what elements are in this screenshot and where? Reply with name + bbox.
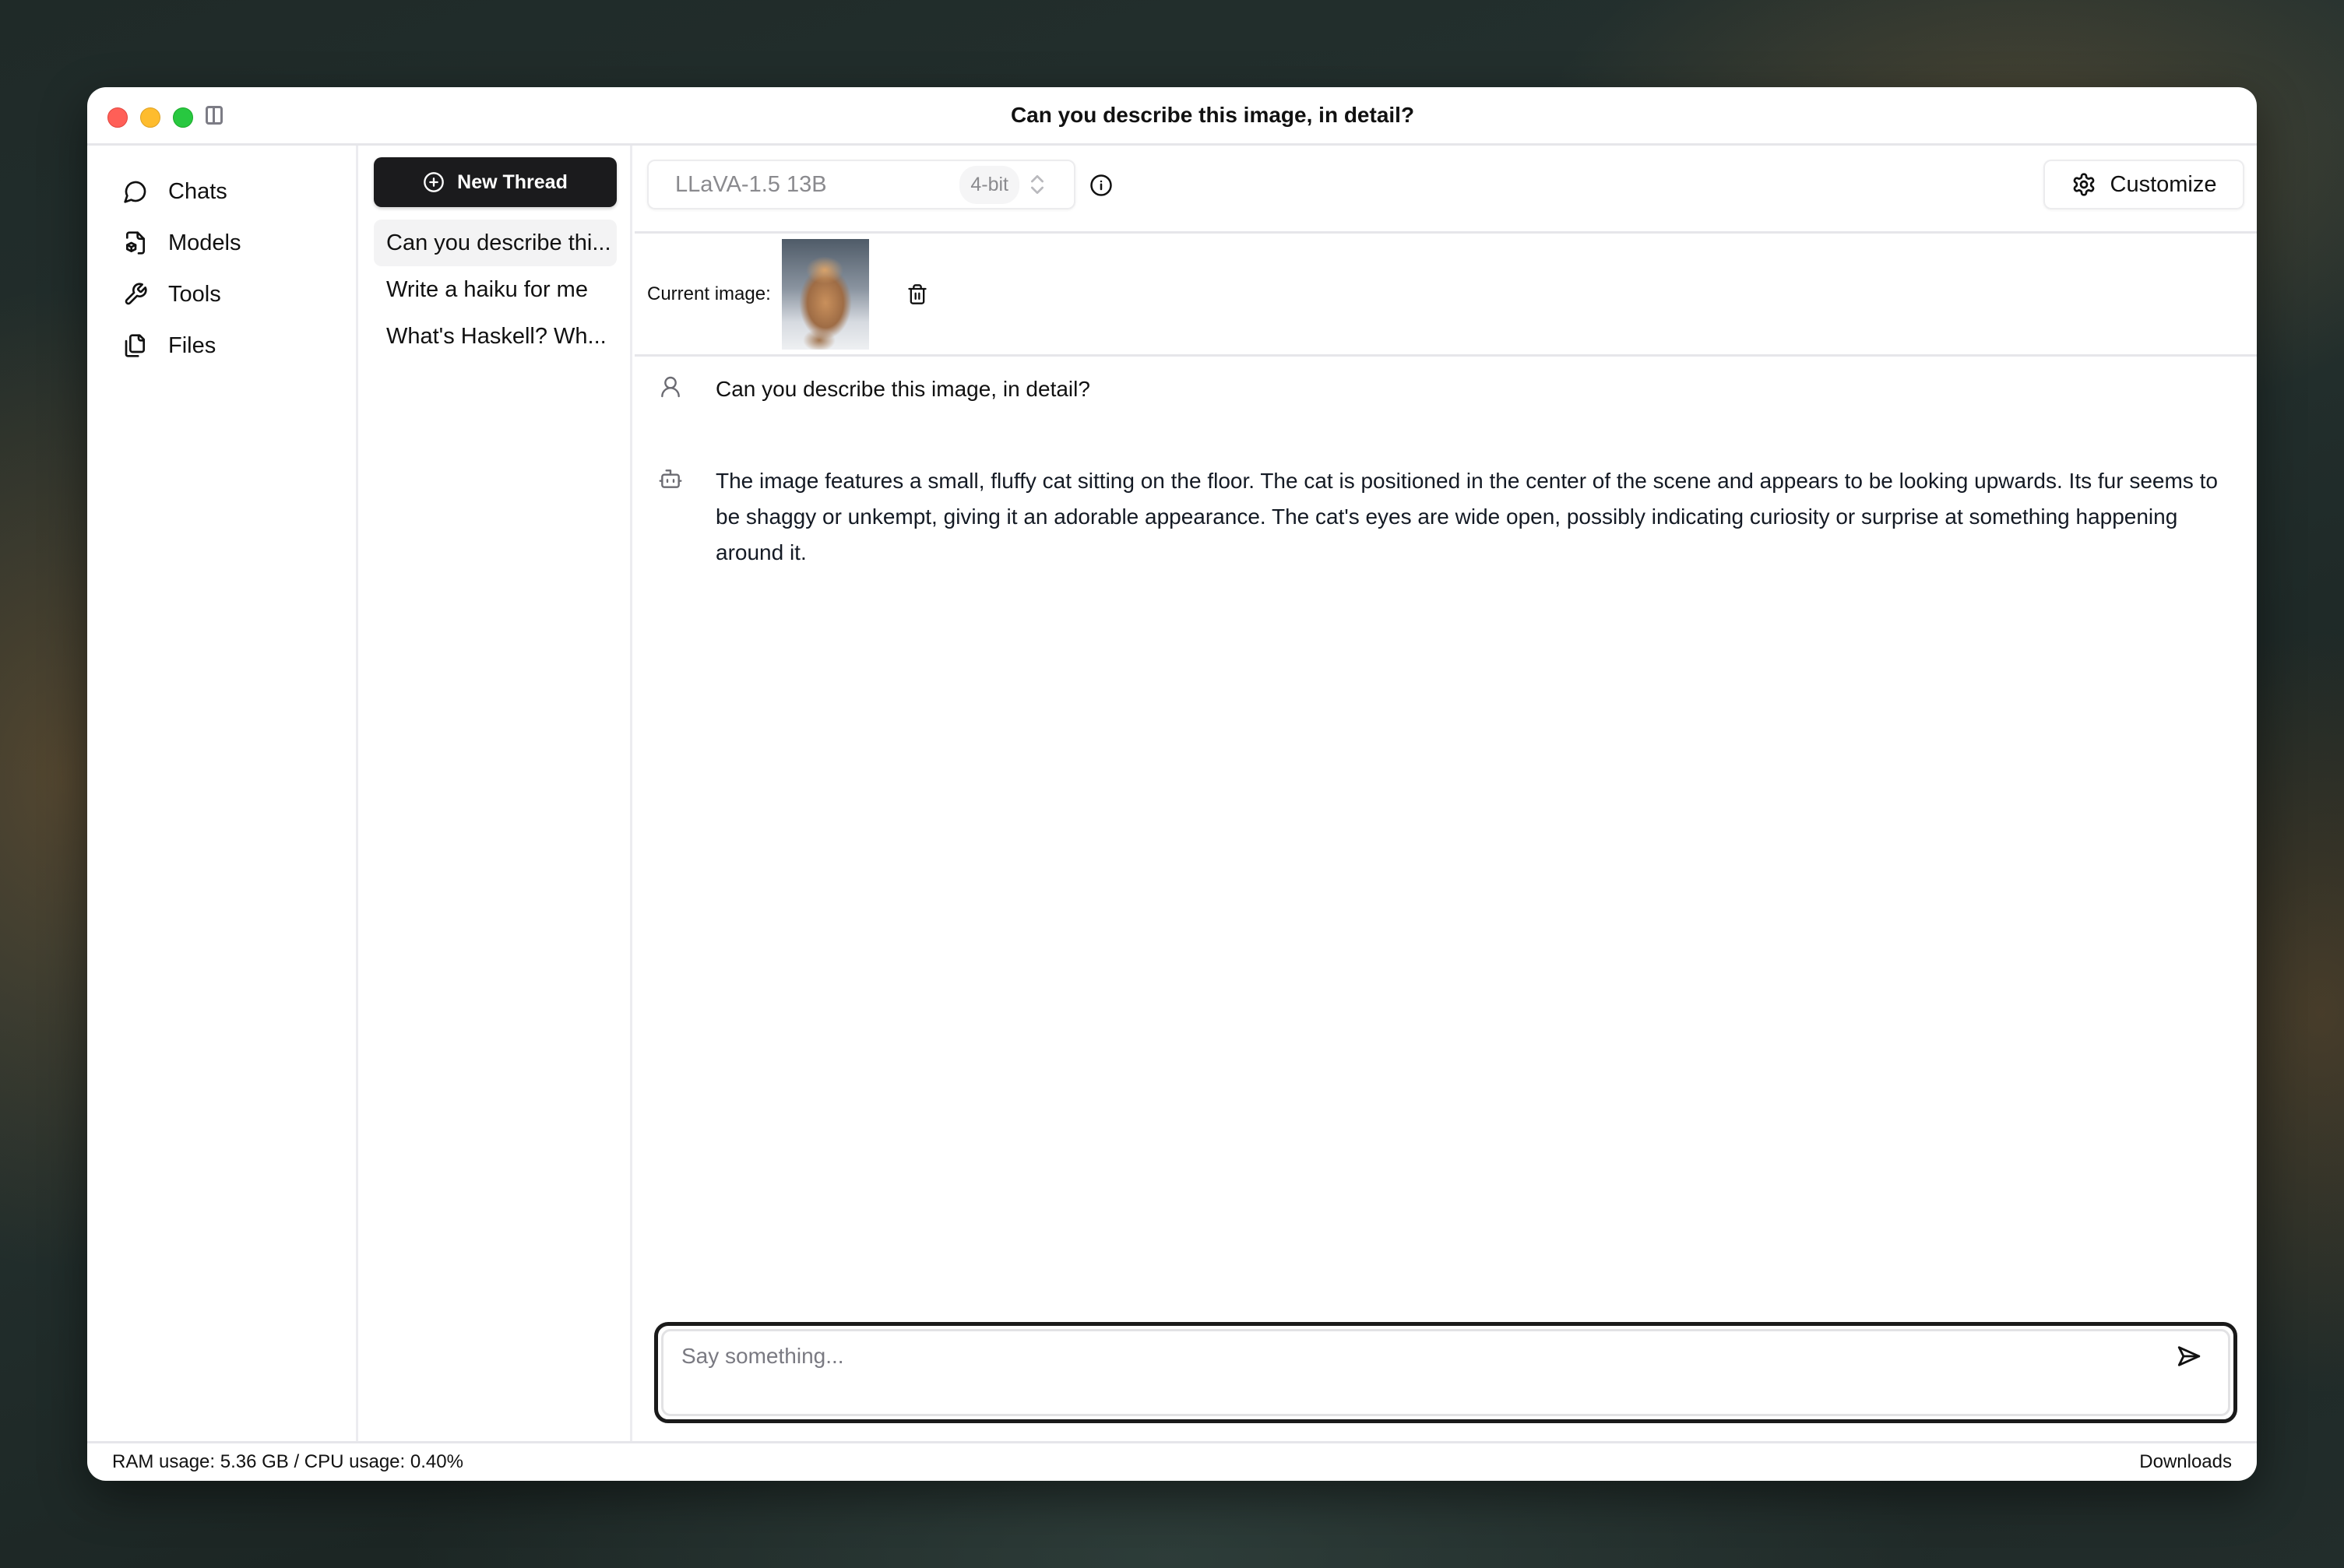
model-file-icon bbox=[126, 231, 145, 255]
gear-icon bbox=[2073, 173, 2094, 196]
sidebar-item-tools[interactable]: Tools bbox=[87, 269, 356, 320]
user-avatar-icon bbox=[661, 376, 680, 398]
sidebar-item-label: Models bbox=[168, 230, 241, 255]
primary-sidebar: Chats Models Tools Files bbox=[87, 146, 358, 1443]
chevron-up-down-icon bbox=[1031, 175, 1044, 194]
message-input[interactable] bbox=[680, 1343, 2156, 1369]
thread-item[interactable]: Can you describe thi... bbox=[374, 220, 617, 266]
composer-field bbox=[661, 1329, 2230, 1416]
app-window: Can you describe this image, in detail? … bbox=[87, 87, 2257, 1481]
sidebar-item-models[interactable]: Models bbox=[87, 217, 356, 269]
thread-sidebar: New Thread Can you describe thi... Write… bbox=[361, 146, 632, 1443]
bot-avatar-icon bbox=[659, 469, 682, 488]
close-window-button[interactable] bbox=[107, 107, 128, 128]
current-image-bar: Current image: bbox=[635, 234, 2257, 357]
thread-item[interactable]: What's Haskell? Wh... bbox=[374, 313, 617, 360]
message-composer bbox=[654, 1322, 2237, 1423]
chat-panel: LLaVA-1.5 13B 4-bit Customize Current im… bbox=[635, 146, 2257, 1443]
current-image-label: Current image: bbox=[647, 283, 771, 304]
sidebar-item-label: Chats bbox=[168, 178, 227, 204]
files-icon bbox=[125, 334, 145, 357]
status-bar: RAM usage: 5.36 GB / CPU usage: 0.40% Do… bbox=[87, 1441, 2257, 1481]
window-title: Can you describe this image, in detail? bbox=[1010, 103, 1415, 127]
user-message: Can you describe this image, in detail? bbox=[635, 371, 2257, 407]
sidebar-item-label: Tools bbox=[168, 281, 221, 307]
assistant-message: The image features a small, fluffy cat s… bbox=[635, 463, 2257, 571]
chat-bubble-icon bbox=[124, 181, 146, 203]
info-icon[interactable] bbox=[1089, 174, 1113, 197]
minimize-window-button[interactable] bbox=[140, 107, 160, 128]
sidebar-item-files[interactable]: Files bbox=[87, 320, 356, 371]
customize-button[interactable]: Customize bbox=[2043, 160, 2244, 209]
resource-usage: RAM usage: 5.36 GB / CPU usage: 0.40% bbox=[112, 1451, 463, 1472]
wrench-icon bbox=[125, 283, 147, 305]
downloads-link[interactable]: Downloads bbox=[2139, 1451, 2232, 1473]
thread-list: Can you describe thi... Write a haiku fo… bbox=[374, 220, 617, 360]
trash-icon[interactable] bbox=[906, 283, 928, 306]
send-icon[interactable] bbox=[2176, 1343, 2202, 1369]
sidebar-item-chats[interactable]: Chats bbox=[87, 166, 356, 217]
chat-toolbar: LLaVA-1.5 13B 4-bit Customize bbox=[635, 146, 2257, 234]
new-thread-label: New Thread bbox=[457, 171, 568, 193]
quantization-badge: 4-bit bbox=[959, 165, 1019, 204]
customize-label: Customize bbox=[2110, 171, 2217, 197]
message-text: Can you describe this image, in detail? bbox=[716, 377, 1090, 401]
current-image-thumbnail[interactable] bbox=[781, 238, 869, 350]
model-select[interactable]: LLaVA-1.5 13B 4-bit bbox=[647, 160, 1075, 209]
sidebar-item-label: Files bbox=[168, 332, 216, 358]
titlebar: Can you describe this image, in detail? bbox=[87, 87, 2257, 146]
model-name: LLaVA-1.5 13B bbox=[675, 171, 827, 197]
plus-circle-icon bbox=[424, 172, 444, 192]
thread-item[interactable]: Write a haiku for me bbox=[374, 266, 617, 313]
message-text: The image features a small, fluffy cat s… bbox=[716, 469, 2218, 564]
message-list: Can you describe this image, in detail? … bbox=[635, 371, 2257, 571]
new-thread-button[interactable]: New Thread bbox=[374, 157, 617, 207]
